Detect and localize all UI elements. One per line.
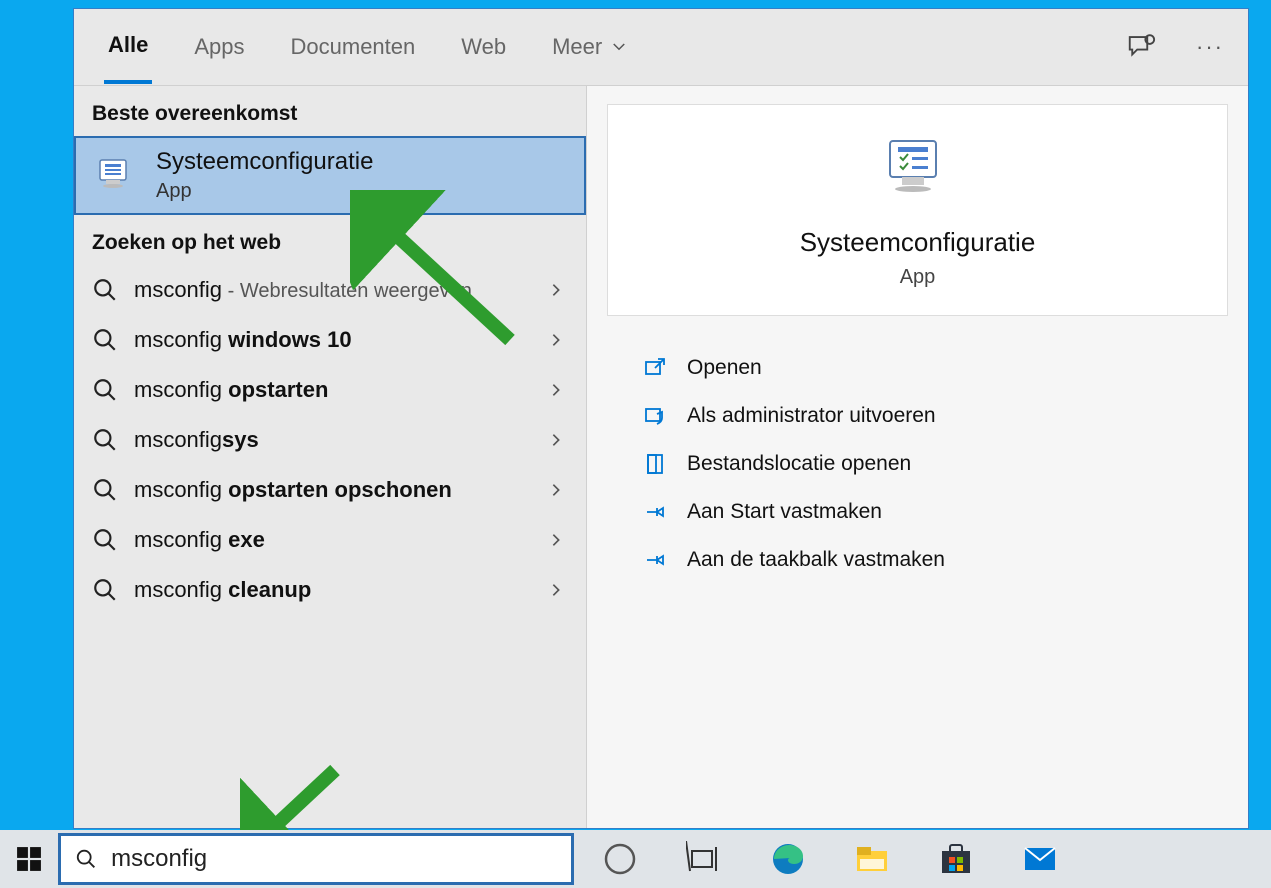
best-match-text: Systeemconfiguratie App xyxy=(156,148,373,203)
msconfig-icon xyxy=(94,154,138,198)
result-text: msconfig opstarten xyxy=(134,377,328,403)
result-bold: sys xyxy=(222,427,259,452)
action-admin-label: Als administrator uitvoeren xyxy=(687,404,936,428)
chevron-right-icon xyxy=(548,432,564,448)
result-text: msconfig exe xyxy=(134,527,265,553)
result-hint: - Webresultaten weergeven xyxy=(222,280,472,302)
tab-apps[interactable]: Apps xyxy=(190,12,248,82)
search-icon xyxy=(92,527,118,553)
chevron-right-icon xyxy=(548,582,564,598)
result-bold: cleanup xyxy=(228,577,311,602)
result-prefix: msconfig xyxy=(134,327,228,352)
action-pinstart[interactable]: Aan Start vastmaken xyxy=(643,488,1192,536)
action-filelocation[interactable]: Bestandslocatie openen xyxy=(643,440,1192,488)
chevron-right-icon xyxy=(548,382,564,398)
msconfig-large-icon xyxy=(880,133,956,209)
chevron-down-icon xyxy=(610,38,628,56)
web-result-2[interactable]: msconfig opstarten xyxy=(74,365,586,415)
search-icon xyxy=(92,427,118,453)
folder-icon xyxy=(643,452,667,476)
search-icon xyxy=(92,377,118,403)
web-result-3[interactable]: msconfigsys xyxy=(74,415,586,465)
result-prefix: msconfig xyxy=(134,427,222,452)
result-text: msconfig opstarten opschonen xyxy=(134,477,452,503)
result-prefix: msconfig xyxy=(134,477,228,502)
detail-title: Systeemconfiguratie xyxy=(608,227,1227,258)
best-match-item[interactable]: Systeemconfiguratie App xyxy=(74,136,586,215)
result-prefix: msconfig xyxy=(134,377,228,402)
best-match-sub: App xyxy=(156,180,373,203)
action-pinstart-label: Aan Start vastmaken xyxy=(687,500,882,524)
content-area: Beste overeenkomst Systeemconfiguratie A… xyxy=(74,86,1248,828)
best-match-title: Systeemconfiguratie xyxy=(156,148,373,176)
best-match-header: Beste overeenkomst xyxy=(74,86,586,136)
result-bold: opstarten xyxy=(228,377,328,402)
web-result-1[interactable]: msconfig windows 10 xyxy=(74,315,586,365)
tabs-bar: Alle Apps Documenten Web Meer ··· xyxy=(74,9,1248,86)
detail-card: Systeemconfiguratie App xyxy=(607,104,1228,316)
detail-actions: Openen Als administrator uitvoeren Besta… xyxy=(607,344,1228,584)
file-explorer-icon[interactable] xyxy=(854,841,890,877)
action-admin[interactable]: Als administrator uitvoeren xyxy=(643,392,1192,440)
start-button[interactable] xyxy=(0,830,58,888)
web-result-6[interactable]: msconfig cleanup xyxy=(74,565,586,615)
action-filelocation-label: Bestandslocatie openen xyxy=(687,452,911,476)
search-icon xyxy=(75,847,97,871)
detail-panel: Systeemconfiguratie App Openen Als admin… xyxy=(587,86,1248,828)
store-icon[interactable] xyxy=(938,841,974,877)
mail-icon[interactable] xyxy=(1022,841,1058,877)
results-panel: Beste overeenkomst Systeemconfiguratie A… xyxy=(74,86,587,828)
feedback-icon[interactable] xyxy=(1126,32,1156,62)
taskbar xyxy=(0,830,1271,888)
edge-icon[interactable] xyxy=(770,841,806,877)
action-open-label: Openen xyxy=(687,356,762,380)
detail-sub: App xyxy=(608,266,1227,289)
tab-documenten[interactable]: Documenten xyxy=(287,12,420,82)
search-window: Alle Apps Documenten Web Meer ··· Beste … xyxy=(73,8,1249,829)
open-icon xyxy=(643,356,667,380)
web-result-0[interactable]: msconfig - Webresultaten weergeven xyxy=(74,265,586,315)
tab-meer-label: Meer xyxy=(552,34,602,60)
action-open[interactable]: Openen xyxy=(643,344,1192,392)
cortana-icon[interactable] xyxy=(602,841,638,877)
web-result-5[interactable]: msconfig exe xyxy=(74,515,586,565)
taskbar-search-box[interactable] xyxy=(58,833,574,885)
task-view-icon[interactable] xyxy=(686,841,722,877)
shield-icon xyxy=(643,404,667,428)
chevron-right-icon xyxy=(548,332,564,348)
result-text: msconfig - Webresultaten weergeven xyxy=(134,277,472,303)
search-icon xyxy=(92,327,118,353)
search-icon xyxy=(92,277,118,303)
more-options-icon[interactable]: ··· xyxy=(1196,34,1224,60)
result-prefix: msconfig xyxy=(134,277,222,302)
chevron-right-icon xyxy=(548,482,564,498)
taskbar-icons xyxy=(602,841,1058,877)
result-prefix: msconfig xyxy=(134,577,228,602)
result-text: msconfigsys xyxy=(134,427,259,453)
pin-icon xyxy=(643,548,667,572)
web-result-4[interactable]: msconfig opstarten opschonen xyxy=(74,465,586,515)
tab-web[interactable]: Web xyxy=(457,12,510,82)
web-search-header: Zoeken op het web xyxy=(74,215,586,265)
search-icon xyxy=(92,477,118,503)
tab-meer[interactable]: Meer xyxy=(548,12,632,82)
action-pintaskbar[interactable]: Aan de taakbalk vastmaken xyxy=(643,536,1192,584)
result-bold: opstarten opschonen xyxy=(228,477,452,502)
chevron-right-icon xyxy=(548,532,564,548)
result-bold: exe xyxy=(228,527,265,552)
chevron-right-icon xyxy=(548,282,564,298)
tab-alle[interactable]: Alle xyxy=(104,10,152,84)
search-input[interactable] xyxy=(109,844,557,874)
windows-logo-icon xyxy=(16,846,42,872)
tabs-right: ··· xyxy=(1126,9,1224,85)
pin-icon xyxy=(643,500,667,524)
result-text: msconfig cleanup xyxy=(134,577,311,603)
action-pintaskbar-label: Aan de taakbalk vastmaken xyxy=(687,548,945,572)
result-bold: windows 10 xyxy=(228,327,351,352)
search-icon xyxy=(92,577,118,603)
result-text: msconfig windows 10 xyxy=(134,327,352,353)
result-prefix: msconfig xyxy=(134,527,228,552)
